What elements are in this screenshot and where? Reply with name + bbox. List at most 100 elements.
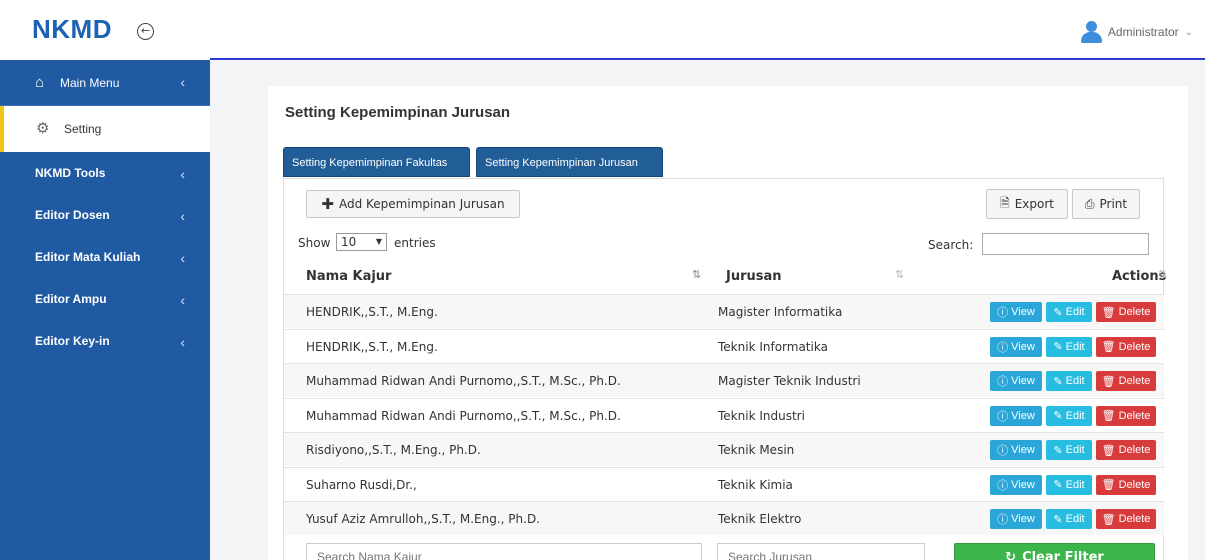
view-label: View bbox=[1011, 375, 1035, 387]
edit-button[interactable]: ✎ Edit bbox=[1046, 405, 1092, 426]
trash-icon: 🗑 bbox=[1101, 513, 1116, 526]
clear-filter-label: Clear Filter bbox=[1022, 549, 1104, 560]
cell-nama-kajur: Yusuf Aziz Amrulloh,,S.T., M.Eng., Ph.D. bbox=[306, 512, 540, 526]
cell-jurusan: Teknik Kimia bbox=[718, 477, 793, 492]
row-actions: ⓘ View ✎ Edit 🗑 Delete bbox=[990, 405, 1156, 426]
tab-setting-kepemimpinan-fakultas[interactable]: Setting Kepemimpinan Fakultas bbox=[283, 147, 470, 177]
trash-icon: 🗑 bbox=[1101, 444, 1116, 457]
cell-nama-kajur: Muhammad Ridwan Andi Purnomo,,S.T., M.Sc… bbox=[306, 408, 621, 423]
cell-jurusan: Teknik Mesin bbox=[718, 443, 795, 457]
view-button[interactable]: ⓘ View bbox=[990, 405, 1042, 426]
pencil-icon: ✎ bbox=[1053, 410, 1063, 422]
edit-button[interactable]: ✎ Edit bbox=[1046, 336, 1092, 357]
delete-button[interactable]: 🗑 Delete bbox=[1096, 509, 1156, 529]
sidebar-item-main-menu[interactable]: ⌂ Main Menu ‹ bbox=[0, 60, 210, 106]
edit-label: Edit bbox=[1065, 375, 1085, 387]
pencil-icon: ✎ bbox=[1053, 341, 1063, 353]
info-icon: ⓘ bbox=[997, 479, 1009, 492]
delete-label: Delete bbox=[1118, 409, 1151, 422]
view-label: View bbox=[1011, 409, 1035, 422]
cell-nama-kajur: Muhammad Ridwan Andi Purnomo,,S.T., M.Sc… bbox=[306, 374, 621, 388]
edit-label: Edit bbox=[1065, 340, 1085, 353]
edit-label: Edit bbox=[1065, 306, 1085, 318]
delete-button[interactable]: 🗑 Delete bbox=[1096, 474, 1156, 495]
search-input[interactable] bbox=[982, 233, 1149, 255]
cell-nama-kajur: Risdiyono,,S.T., M.Eng., Ph.D. bbox=[306, 443, 481, 457]
sidebar-item-nkmd-tools[interactable]: NKMD Tools ‹ bbox=[0, 152, 210, 194]
row-actions: ⓘ View ✎ Edit 🗑 Delete bbox=[990, 509, 1156, 529]
entries-per-page-select[interactable]: 10 ▼ bbox=[336, 233, 387, 251]
delete-button[interactable]: 🗑 Delete bbox=[1096, 405, 1156, 426]
row-actions: ⓘ View ✎ Edit 🗑 Delete bbox=[990, 440, 1156, 460]
cell-nama-kajur: HENDRIK,,S.T., M.Eng. bbox=[306, 339, 438, 354]
row-actions: ⓘ View ✎ Edit 🗑 Delete bbox=[990, 474, 1156, 495]
delete-label: Delete bbox=[1118, 444, 1151, 456]
view-label: View bbox=[1011, 444, 1035, 456]
view-button[interactable]: ⓘ View bbox=[990, 371, 1042, 391]
edit-button[interactable]: ✎ Edit bbox=[1046, 474, 1092, 495]
delete-button[interactable]: 🗑 Delete bbox=[1096, 440, 1156, 460]
chevron-left-icon: ‹ bbox=[180, 166, 185, 182]
sort-icon[interactable]: ⇅ bbox=[895, 268, 904, 281]
edit-label: Edit bbox=[1065, 409, 1085, 422]
chevron-down-icon: ⌄ bbox=[1184, 26, 1193, 38]
info-icon: ⓘ bbox=[997, 307, 1009, 319]
clear-filter-button[interactable]: ↻ Clear Filter bbox=[954, 543, 1155, 560]
sidebar: ⌂ Main Menu ‹ ⚙ Setting NKMD Tools ‹ Edi… bbox=[0, 60, 210, 560]
column-header-jurusan[interactable]: Jurusan bbox=[726, 269, 782, 284]
view-button[interactable]: ⓘ View bbox=[990, 474, 1042, 495]
add-kepemimpinan-button[interactable]: ✚ Add Kepemimpinan Jurusan bbox=[306, 190, 520, 218]
collapse-sidebar-icon[interactable]: ← bbox=[137, 23, 154, 40]
column-header-nama-kajur[interactable]: Nama Kajur bbox=[306, 269, 391, 284]
sort-asc-icon[interactable]: ⇅ bbox=[692, 268, 701, 281]
chevron-left-icon: ‹ bbox=[180, 250, 185, 266]
cell-jurusan: Magister Informatika bbox=[718, 305, 843, 319]
tab-setting-kepemimpinan-jurusan[interactable]: Setting Kepemimpinan Jurusan bbox=[476, 147, 663, 177]
info-icon: ⓘ bbox=[997, 410, 1009, 423]
cell-jurusan: Teknik Informatika bbox=[718, 339, 828, 354]
sidebar-item-setting[interactable]: ⚙ Setting bbox=[0, 106, 210, 152]
pencil-icon: ✎ bbox=[1053, 444, 1063, 457]
sidebar-item-editor-ampu[interactable]: Editor Ampu ‹ bbox=[0, 278, 210, 320]
export-button[interactable]: 🗎 Export bbox=[986, 189, 1068, 219]
pencil-icon: ✎ bbox=[1053, 479, 1063, 491]
sidebar-item-editor-dosen[interactable]: Editor Dosen ‹ bbox=[0, 194, 210, 236]
trash-icon: 🗑 bbox=[1101, 410, 1116, 422]
search-jurusan-input[interactable] bbox=[717, 543, 925, 560]
view-label: View bbox=[1011, 513, 1035, 525]
delete-button[interactable]: 🗑 Delete bbox=[1096, 302, 1156, 322]
plus-icon: ✚ bbox=[321, 195, 334, 213]
view-button[interactable]: ⓘ View bbox=[990, 336, 1042, 357]
print-button[interactable]: ⎙ Print bbox=[1072, 189, 1140, 219]
gear-icon: ⚙ bbox=[36, 120, 50, 137]
cell-nama-kajur: HENDRIK,,S.T., M.Eng. bbox=[306, 305, 438, 319]
brand-logo-text[interactable]: NKMD bbox=[32, 14, 112, 45]
edit-button[interactable]: ✎ Edit bbox=[1046, 302, 1092, 322]
user-menu[interactable]: Administrator ⌄ bbox=[1080, 20, 1193, 44]
search-nama-kajur-input[interactable] bbox=[306, 543, 702, 560]
pencil-icon: ✎ bbox=[1053, 306, 1063, 319]
delete-button[interactable]: 🗑 Delete bbox=[1096, 371, 1156, 391]
edit-label: Edit bbox=[1065, 513, 1085, 525]
chevron-left-icon: ‹ bbox=[180, 334, 185, 350]
edit-button[interactable]: ✎ Edit bbox=[1046, 371, 1092, 391]
show-label: Show bbox=[298, 236, 331, 250]
view-button[interactable]: ⓘ View bbox=[990, 440, 1042, 460]
row-actions: ⓘ View ✎ Edit 🗑 Delete bbox=[990, 371, 1156, 391]
info-icon: ⓘ bbox=[997, 514, 1009, 526]
view-button[interactable]: ⓘ View bbox=[990, 302, 1042, 322]
edit-button[interactable]: ✎ Edit bbox=[1046, 440, 1092, 460]
sidebar-item-editor-key-in[interactable]: Editor Key-in ‹ bbox=[0, 320, 210, 362]
view-button[interactable]: ⓘ View bbox=[990, 509, 1042, 529]
sidebar-item-label: Setting bbox=[64, 122, 102, 136]
cell-jurusan: Teknik Industri bbox=[718, 408, 805, 423]
select-arrow-icon: ▼ bbox=[375, 237, 382, 246]
print-button-label: Print bbox=[1099, 197, 1128, 211]
sidebar-item-editor-mata-kuliah[interactable]: Editor Mata Kuliah ‹ bbox=[0, 236, 210, 278]
edit-label: Edit bbox=[1065, 478, 1085, 491]
trash-icon: 🗑 bbox=[1101, 306, 1116, 319]
edit-button[interactable]: ✎ Edit bbox=[1046, 509, 1092, 529]
info-icon: ⓘ bbox=[997, 341, 1009, 354]
sort-icon[interactable]: ⇅ bbox=[1158, 268, 1167, 281]
delete-button[interactable]: 🗑 Delete bbox=[1096, 336, 1156, 357]
